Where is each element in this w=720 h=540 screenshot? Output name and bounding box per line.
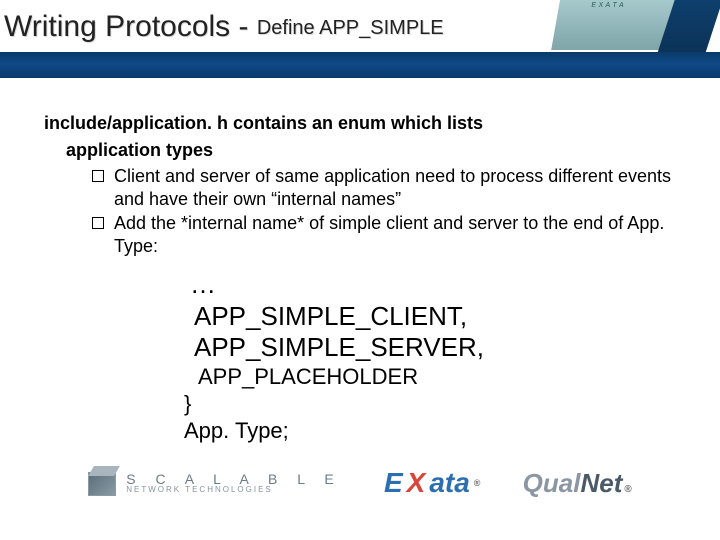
exata-e: E xyxy=(384,467,403,499)
corner-brand: QualNet® xyxy=(663,64,704,74)
enum-block: … APP_SIMPLE_CLIENT, APP_SIMPLE_SERVER, … xyxy=(44,269,676,445)
enum-line: APP_SIMPLE_SERVER, xyxy=(184,332,676,364)
cube-icon xyxy=(88,466,118,500)
title-sub: Define APP_SIMPLE xyxy=(257,17,444,39)
enum-line: APP_PLACEHOLDER xyxy=(184,364,676,391)
scalable-tagline: NETWORK TECHNOLOGIES xyxy=(126,486,341,494)
title-main: Writing Protocols - xyxy=(4,10,257,43)
slide-title: Writing Protocols - Define APP_SIMPLE xyxy=(4,10,444,44)
bullet-item: Client and server of same application ne… xyxy=(92,165,676,210)
slide-content: include/application. h contains an enum … xyxy=(0,78,720,445)
heading-line1: include/application. h contains an enum … xyxy=(44,112,676,135)
bullet-item: Add the *internal name* of simple client… xyxy=(92,212,676,257)
enum-line: } xyxy=(184,391,676,418)
corner-art: E X A T A QualNet® xyxy=(560,0,710,78)
qualnet-qual: Qual xyxy=(523,468,581,499)
exata-reg: ® xyxy=(474,478,481,488)
scalable-logo: S C A L A B L E NETWORK TECHNOLOGIES xyxy=(88,466,341,500)
qualnet-logo: QualNet® xyxy=(523,468,632,499)
enum-line: APP_SIMPLE_CLIENT, xyxy=(184,301,676,333)
heading-line2: application types xyxy=(44,139,676,162)
qualnet-net: Net xyxy=(580,468,622,499)
footer: S C A L A B L E NETWORK TECHNOLOGIES EXa… xyxy=(0,466,720,526)
qualnet-reg: ® xyxy=(622,484,631,495)
exata-x: X xyxy=(407,467,426,499)
exata-logo: EXata ® xyxy=(384,467,480,499)
enum-dots: … xyxy=(184,269,676,301)
enum-line: App. Type; xyxy=(184,418,676,445)
exata-ata: ata xyxy=(429,467,469,499)
title-bar: E X A T A QualNet® Writing Protocols - D… xyxy=(0,0,720,78)
scalable-name: S C A L A B L E xyxy=(126,472,341,486)
corner-tag: E X A T A xyxy=(591,2,624,9)
bullet-list: Client and server of same application ne… xyxy=(44,165,676,257)
